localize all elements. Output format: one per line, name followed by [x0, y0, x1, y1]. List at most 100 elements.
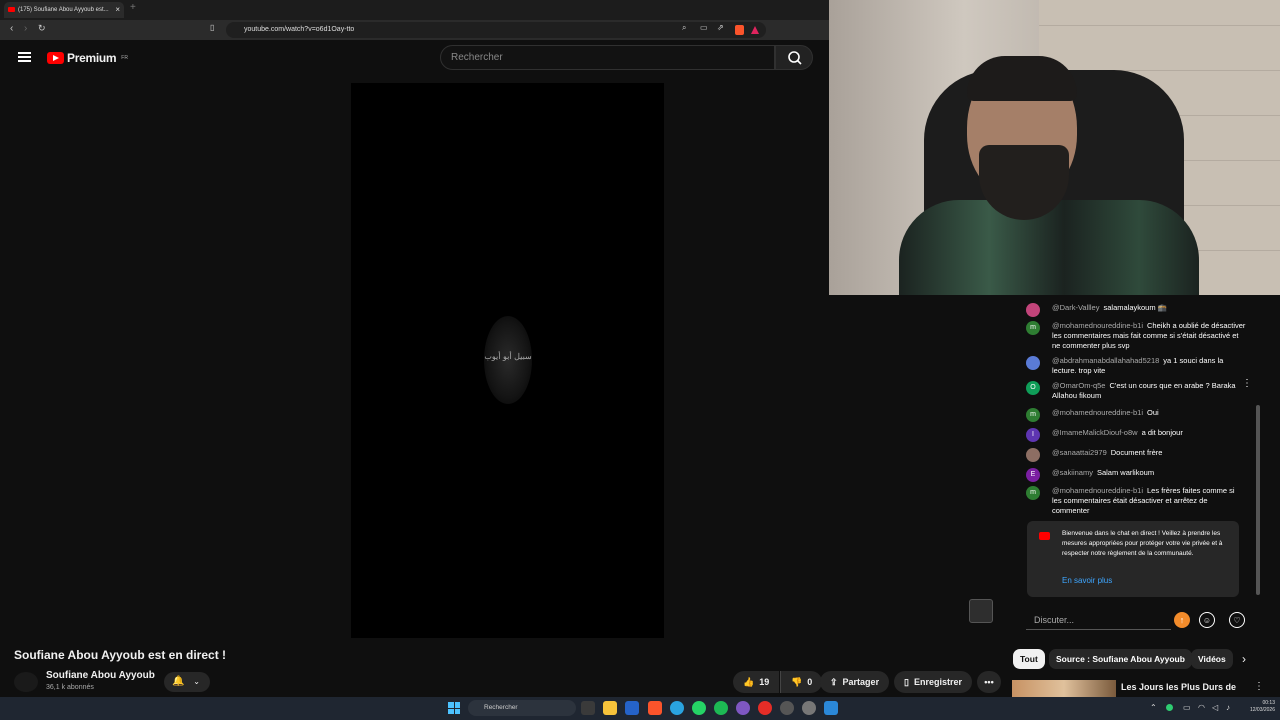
chat-username[interactable]: @sakiinamy — [1052, 468, 1093, 477]
telegram-icon[interactable] — [670, 701, 684, 715]
messenger-icon[interactable] — [736, 701, 750, 715]
channel-avatar[interactable] — [14, 672, 38, 692]
clock-date: 12/03/2026 — [1249, 707, 1275, 713]
search-input[interactable]: Rechercher — [440, 45, 775, 70]
dislike-button[interactable]: 👎 0 — [780, 671, 823, 693]
chat-placeholder: Discuter... — [1034, 615, 1075, 625]
spotify-icon[interactable] — [714, 701, 728, 715]
tray-status-icon[interactable] — [1166, 704, 1173, 711]
back-icon[interactable]: ‹ — [10, 23, 13, 34]
related-title[interactable]: Les Jours les Plus Durs de — [1121, 682, 1236, 692]
chat-avatar[interactable]: O — [1026, 381, 1040, 395]
channel-name[interactable]: Soufiane Abou Ayyoub — [46, 670, 155, 681]
store-icon[interactable] — [625, 701, 639, 715]
chat-message[interactable]: m @mohamednoureddine-b1i Oui — [1026, 408, 1246, 422]
browser-tab[interactable]: (175) Soufiane Abou Ayyoub est... × — [4, 2, 124, 18]
chip-all[interactable]: Tout — [1013, 649, 1045, 669]
share-button[interactable]: ⇪ Partager — [820, 671, 890, 693]
volume-icon[interactable]: ◁ — [1212, 703, 1218, 712]
speaker-icon[interactable]: ♪ — [1226, 703, 1230, 712]
photos-icon[interactable] — [824, 701, 838, 715]
chat-username[interactable]: @mohamednoureddine-b1i — [1052, 321, 1143, 330]
thumbs-up-icon: 👍 — [743, 677, 755, 687]
chat-avatar[interactable]: m — [1026, 408, 1040, 422]
chat-avatar[interactable] — [1026, 303, 1040, 317]
tray-chevron-icon[interactable]: ⌃ — [1150, 703, 1157, 712]
heart-icon[interactable]: ♡ — [1229, 612, 1245, 628]
more-icon: ••• — [984, 677, 994, 687]
chat-message[interactable]: I @ImameMalickDiouf-o8w a dit bonjour — [1026, 428, 1246, 442]
chat-avatar[interactable]: m — [1026, 321, 1040, 335]
zoom-icon[interactable]: ⌕ — [682, 23, 686, 33]
browser-tab-title: (175) Soufiane Abou Ayyoub est... — [18, 7, 109, 13]
chat-avatar[interactable]: m — [1026, 486, 1040, 500]
chat-username[interactable]: @ImameMalickDiouf-o8w — [1052, 428, 1138, 437]
wifi-icon[interactable]: ◠ — [1198, 703, 1205, 712]
super-chat-icon[interactable]: ↑ — [1174, 612, 1190, 628]
chat-message[interactable]: @sanaattai2979 Document frère — [1026, 448, 1246, 462]
obs-icon[interactable] — [758, 701, 772, 715]
learn-more-link[interactable]: En savoir plus — [1062, 576, 1112, 586]
taskbar-clock[interactable]: 00:13 12/03/2026 — [1240, 700, 1275, 714]
emoji-icon[interactable]: ☺ — [1199, 612, 1215, 628]
youtube-logo[interactable]: Premium FR — [47, 51, 128, 65]
file-explorer-icon[interactable] — [603, 701, 617, 715]
new-tab-icon[interactable]: + — [130, 2, 136, 13]
chip-videos[interactable]: Vidéos — [1191, 649, 1233, 669]
save-button[interactable]: ▯ Enregistrer — [894, 671, 972, 693]
message-menu-icon[interactable]: ⋮ — [1242, 379, 1252, 389]
chat-message[interactable]: E @sakiinamy Salam warlikoum — [1026, 468, 1246, 482]
save-label: Enregistrer — [913, 677, 962, 687]
chat-message[interactable]: m @mohamednoureddine-b1i Cheikh a oublié … — [1026, 321, 1246, 351]
chip-source[interactable]: Source : Soufiane Abou Ayyoub — [1049, 649, 1192, 669]
menu-icon[interactable] — [18, 52, 31, 62]
chat-message[interactable]: m @mohamednoureddine-b1i Les frères faite… — [1026, 486, 1246, 516]
chat-username[interactable]: @mohamednoureddine-b1i — [1052, 486, 1143, 495]
cast-icon[interactable]: ▭ — [700, 23, 708, 32]
chat-message[interactable]: O @OmarOm-q5e C'est un cours que en arabe… — [1026, 381, 1246, 401]
chat-avatar[interactable] — [1026, 356, 1040, 370]
chat-username[interactable]: @OmarOm-q5e — [1052, 381, 1105, 390]
search-icon — [788, 51, 802, 65]
start-icon[interactable] — [448, 702, 460, 714]
chat-avatar[interactable]: I — [1026, 428, 1040, 442]
chat-username[interactable]: @abdrahmanabdallahahad5218 — [1052, 356, 1159, 365]
search-button[interactable] — [775, 45, 813, 70]
related-thumbnail[interactable] — [1012, 680, 1116, 698]
chat-avatar[interactable]: E — [1026, 468, 1040, 482]
bookmark-icon[interactable]: ▯ — [210, 23, 214, 32]
windows-taskbar — [0, 697, 1280, 720]
taskbar-search[interactable]: Rechercher — [468, 700, 576, 716]
related-menu-icon[interactable]: ⋮ — [1254, 681, 1264, 692]
chat-message[interactable]: @Dark-Vallley salamalaykoum 🕋 — [1026, 303, 1246, 317]
close-tab-icon[interactable]: × — [115, 2, 120, 18]
brave-icon[interactable] — [648, 701, 662, 715]
chat-text: salamalaykoum 🕋 — [1103, 303, 1168, 312]
subscriber-count: 36,1 k abonnés — [46, 684, 94, 691]
battery-icon[interactable]: ▭ — [1183, 703, 1191, 712]
brave-shield-icon[interactable] — [735, 25, 744, 35]
chat-username[interactable]: @mohamednoureddine-b1i — [1052, 408, 1143, 417]
reload-icon[interactable]: ↻ — [38, 23, 46, 34]
chat-input[interactable]: Discuter... — [1026, 610, 1171, 630]
share-page-icon[interactable]: ⇗ — [717, 23, 724, 32]
webcam-overlay — [829, 0, 1280, 295]
rewards-icon[interactable] — [751, 26, 759, 34]
settings-icon[interactable] — [802, 701, 816, 715]
more-actions-button[interactable]: ••• — [977, 671, 1001, 693]
chat-message[interactable]: @abdrahmanabdallahahad5218 ya 1 souci dan… — [1026, 356, 1246, 376]
chat-avatar[interactable] — [1026, 448, 1040, 462]
chat-username[interactable]: @sanaattai2979 — [1052, 448, 1107, 457]
chat-text: Oui — [1147, 408, 1159, 417]
chat-scrollbar[interactable] — [1256, 405, 1260, 595]
chat-username[interactable]: @Dark-Vallley — [1052, 303, 1099, 312]
app-icon[interactable] — [780, 701, 794, 715]
notification-button[interactable]: 🔔 ⌄ — [164, 672, 210, 692]
task-view-icon[interactable] — [581, 701, 595, 715]
whatsapp-icon[interactable] — [692, 701, 706, 715]
forward-icon[interactable]: › — [24, 23, 27, 34]
chevron-right-icon[interactable]: › — [1242, 652, 1246, 666]
browser-tab-bar — [0, 0, 830, 20]
like-button[interactable]: 👍 19 — [733, 671, 780, 693]
share-label: Partager — [842, 677, 880, 687]
